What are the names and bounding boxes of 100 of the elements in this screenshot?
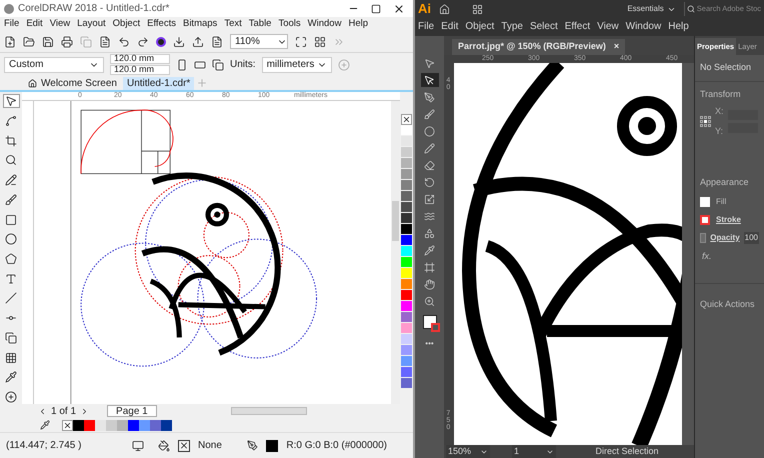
previous-page-icon[interactable] [38, 406, 47, 416]
tool-button[interactable] [2, 173, 20, 187]
zoom-field[interactable]: 110% [230, 34, 288, 49]
opacity-field[interactable]: 100 [744, 232, 759, 244]
color-swatch[interactable] [401, 202, 412, 213]
pdf-icon[interactable] [211, 36, 223, 48]
menu-item[interactable]: Effects [147, 16, 176, 32]
zoom-field[interactable]: 150% [446, 444, 490, 458]
color-swatch[interactable] [401, 125, 412, 136]
artboard-field[interactable]: 1 [512, 444, 556, 458]
color-swatch[interactable] [401, 136, 412, 147]
menu-item[interactable]: Text [224, 16, 242, 32]
menu-item[interactable]: Help [348, 16, 368, 32]
tool-button[interactable] [2, 292, 20, 306]
color-swatch[interactable] [128, 420, 139, 430]
menu-item[interactable]: Object [465, 18, 494, 34]
undo-icon[interactable] [118, 36, 130, 48]
eyedropper-icon[interactable] [40, 420, 50, 430]
menu-item[interactable]: Select [530, 18, 558, 34]
color-swatch[interactable] [401, 323, 412, 334]
new-document-icon[interactable] [4, 36, 16, 48]
color-swatch[interactable] [401, 301, 412, 312]
menu-item[interactable]: Help [668, 18, 689, 34]
color-swatch[interactable] [139, 420, 150, 430]
color-swatch[interactable] [401, 257, 412, 268]
color-swatch[interactable] [401, 312, 412, 323]
fill-swatch[interactable] [700, 196, 710, 206]
portrait-icon[interactable] [176, 58, 188, 70]
export-icon[interactable] [192, 36, 204, 48]
color-swatch[interactable] [106, 420, 117, 430]
grid-icon[interactable] [314, 36, 326, 48]
color-swatch[interactable] [401, 356, 412, 367]
color-swatch[interactable] [401, 224, 412, 235]
more-tools-button[interactable]: ••• [425, 338, 434, 350]
color-swatch[interactable] [161, 420, 172, 430]
menu-item[interactable]: Bitmaps [182, 16, 218, 32]
color-swatch[interactable] [150, 420, 161, 430]
color-swatch[interactable] [401, 169, 412, 180]
menu-item[interactable]: Edit [441, 18, 458, 34]
color-swatch[interactable] [401, 378, 412, 389]
color-swatch[interactable] [401, 290, 412, 301]
page-tab[interactable]: Page 1 [107, 405, 157, 417]
horizontal-scrollbar[interactable] [230, 407, 307, 415]
menu-item[interactable]: Effect [564, 18, 590, 34]
color-swatch[interactable] [401, 158, 412, 169]
tool-button[interactable] [2, 252, 20, 266]
tool-button[interactable] [2, 390, 20, 404]
stroke-link[interactable]: Stroke [716, 214, 741, 226]
menu-item[interactable]: File [418, 18, 434, 34]
tool-button[interactable] [2, 331, 20, 345]
color-swatch[interactable] [117, 420, 128, 430]
units-dropdown[interactable]: millimeters [262, 56, 332, 72]
layout-icon[interactable] [472, 4, 483, 14]
menu-item[interactable]: Tools [278, 16, 301, 32]
save-icon[interactable] [42, 36, 54, 48]
color-swatch[interactable] [73, 420, 84, 430]
menu-item[interactable]: Layout [77, 16, 106, 32]
tool-button[interactable] [2, 94, 20, 108]
pages-icon[interactable] [212, 58, 224, 70]
print-icon[interactable] [61, 36, 73, 48]
no-color-swatch[interactable] [401, 114, 412, 125]
menu-item[interactable]: Window [308, 16, 342, 32]
paste-icon[interactable] [99, 36, 111, 48]
color-swatch[interactable] [95, 420, 106, 430]
menu-item[interactable]: Object [112, 16, 140, 32]
tool-button[interactable] [2, 232, 20, 246]
menu-item[interactable]: Window [626, 18, 662, 34]
color-swatch[interactable] [401, 279, 412, 290]
fx-button[interactable]: fx. [695, 244, 764, 284]
page-preset-dropdown[interactable]: Custom [4, 56, 104, 72]
color-swatch[interactable] [401, 345, 412, 356]
color-swatch[interactable] [401, 235, 412, 246]
menu-item[interactable]: View [50, 16, 70, 32]
tool-button[interactable] [2, 192, 20, 207]
import-icon[interactable] [173, 36, 185, 48]
color-swatch[interactable] [401, 268, 412, 279]
menu-item[interactable]: File [4, 16, 20, 32]
color-swatch[interactable] [401, 147, 412, 158]
tool-button[interactable] [420, 73, 438, 87]
color-swatch[interactable] [401, 246, 412, 257]
stroke-swatch-icon[interactable] [700, 214, 710, 224]
no-color-swatch[interactable] [62, 420, 73, 430]
fit-page-icon[interactable] [295, 36, 307, 48]
opacity-link[interactable]: Opacity [710, 232, 740, 244]
document-tab[interactable]: Welcome Screen [24, 77, 121, 90]
color-swatch[interactable] [401, 191, 412, 202]
menu-item[interactable]: Table [248, 16, 272, 32]
document-tab[interactable]: Parrot.jpg* @ 150% (RGB/Preview) × [452, 39, 626, 55]
menu-item[interactable]: Edit [26, 16, 43, 32]
close-tab-glyph[interactable]: × [614, 40, 620, 54]
menu-item[interactable]: Type [501, 18, 523, 34]
workspace-dropdown[interactable]: Essentials [627, 3, 676, 15]
menu-item[interactable]: View [597, 18, 619, 34]
reference-point-icon[interactable] [700, 116, 711, 127]
height-field[interactable]: 120.0 mm [110, 65, 170, 75]
home-icon[interactable] [439, 4, 450, 14]
document-tab[interactable]: Untitled-1.cdr* [122, 77, 194, 90]
tool-button[interactable] [2, 134, 20, 148]
color-swatch[interactable] [401, 213, 412, 224]
folder-icon[interactable] [23, 36, 35, 48]
